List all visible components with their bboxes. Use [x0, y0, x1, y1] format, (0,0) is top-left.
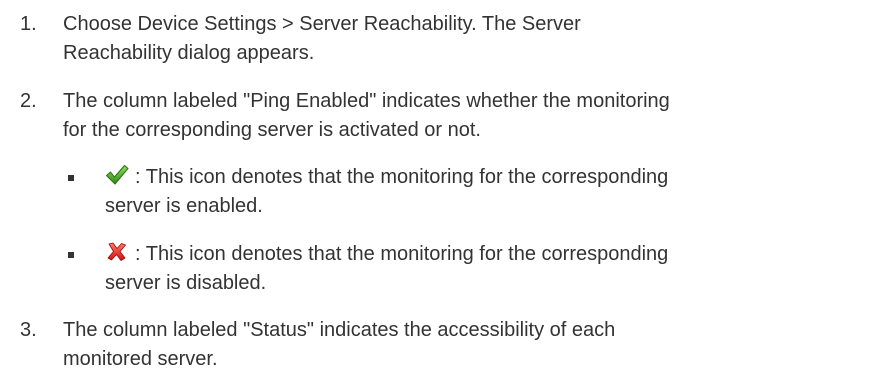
step-text-line: Reachability dialog appears. — [63, 42, 315, 64]
step-text: The column labeled "Status" indicates th… — [63, 316, 863, 374]
step-text-line: Choose Device Settings > Server Reachabi… — [63, 13, 581, 35]
green-checkmark-icon — [106, 165, 129, 185]
bullet-marker — [68, 175, 74, 181]
step-text-line: monitored server. — [63, 348, 218, 370]
bullet-description: : This icon denotes that the monitoring … — [135, 166, 669, 188]
bullet-text-line: : This icon denotes that the monitoring … — [105, 163, 865, 192]
bullet-text-line: server is disabled. — [105, 272, 267, 294]
step-text: Choose Device Settings > Server Reachabi… — [63, 10, 863, 68]
step-text-line: The column labeled "Ping Enabled" indica… — [63, 90, 670, 112]
bullet-text-line: server is enabled. — [105, 195, 263, 217]
red-x-icon — [107, 242, 126, 261]
step-number: 2. — [20, 90, 37, 112]
bullet-text-line: : This icon denotes that the monitoring … — [105, 240, 865, 269]
step-number: 1. — [20, 13, 37, 35]
step-text: The column labeled "Ping Enabled" indica… — [63, 87, 863, 145]
bullet-text: : This icon denotes that the monitoring … — [105, 240, 865, 298]
bullet-description: : This icon denotes that the monitoring … — [135, 243, 669, 265]
instruction-document: 1. Choose Device Settings > Server Reach… — [0, 0, 876, 380]
step-number: 3. — [20, 319, 37, 341]
step-text-line: for the corresponding server is activate… — [63, 119, 481, 141]
step-text-line: The column labeled "Status" indicates th… — [63, 319, 616, 341]
bullet-marker — [68, 252, 74, 258]
bullet-text: : This icon denotes that the monitoring … — [105, 163, 865, 221]
